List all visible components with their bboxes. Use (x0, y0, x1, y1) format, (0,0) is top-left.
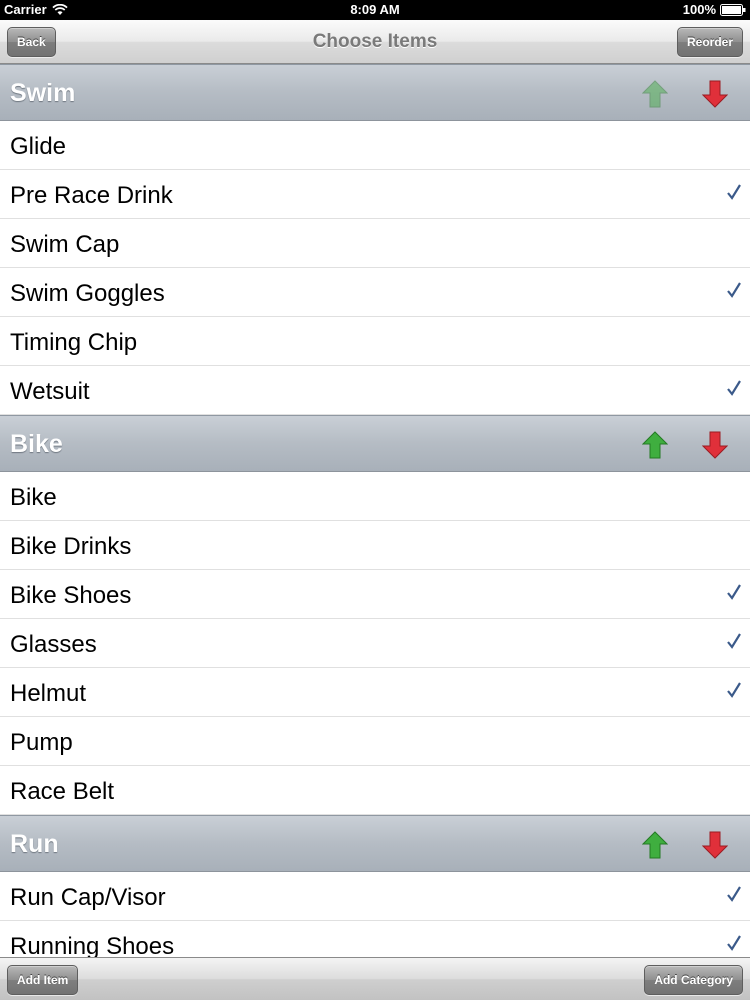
list-item[interactable]: Bike Drinks (0, 521, 750, 570)
list-item[interactable]: Timing Chip (0, 317, 750, 366)
item-label: Bike (10, 484, 57, 511)
item-label: Timing Chip (10, 329, 138, 356)
section-header-bike: Bike (0, 415, 750, 472)
list-item[interactable]: Pump (0, 717, 750, 766)
page-title: Choose Items (312, 31, 438, 52)
item-label: Bike Shoes (10, 582, 132, 609)
list-item[interactable]: Race Belt (0, 766, 750, 815)
item-label: Glide (10, 133, 67, 160)
add-item-button[interactable]: Add Item (7, 965, 79, 995)
list-item[interactable]: Swim Goggles (0, 268, 750, 317)
checkmark-icon (727, 184, 741, 200)
list-item[interactable]: Swim Cap (0, 219, 750, 268)
section-title: Swim (10, 79, 76, 107)
section-header-run: Run (0, 815, 750, 872)
checkmark-icon (727, 886, 741, 902)
arrow-up-icon[interactable] (642, 80, 668, 108)
item-label: Swim Cap (10, 231, 120, 258)
section-title: Run (10, 830, 59, 858)
checkmark-icon (727, 633, 741, 649)
item-label: Run Cap/Visor (10, 884, 166, 911)
arrow-down-icon[interactable] (702, 80, 728, 108)
item-label: Helmut (10, 680, 87, 707)
battery-icon (720, 3, 746, 16)
reorder-button[interactable]: Reorder (676, 27, 743, 57)
item-label: Wetsuit (10, 378, 90, 405)
arrow-down-icon[interactable] (702, 431, 728, 459)
bottom-toolbar: Add Item Add Category (0, 957, 750, 1000)
arrow-down-icon[interactable] (702, 831, 728, 859)
list-item[interactable]: Bike (0, 472, 750, 521)
item-label: Swim Goggles (10, 280, 165, 307)
battery-indicator: 100% (683, 2, 746, 17)
battery-percent: 100% (682, 2, 716, 17)
item-label: Pre Race Drink (10, 182, 173, 209)
list-item[interactable]: Bike Shoes (0, 570, 750, 619)
list-item[interactable]: Glide (0, 121, 750, 170)
list-item[interactable]: Helmut (0, 668, 750, 717)
checkmark-icon (727, 282, 741, 298)
arrow-up-icon[interactable] (642, 431, 668, 459)
checkmark-icon (727, 584, 741, 600)
section-header-swim: Swim (0, 64, 750, 121)
list-item[interactable]: Glasses (0, 619, 750, 668)
item-label: Glasses (10, 631, 97, 658)
list-item[interactable]: Running Shoes (0, 921, 750, 957)
items-list[interactable]: Swim Glide Pre Race Drink Swim Cap Swim … (0, 64, 750, 957)
list-item[interactable]: Run Cap/Visor (0, 872, 750, 921)
checkmark-icon (727, 682, 741, 698)
item-label: Race Belt (10, 778, 115, 805)
status-bar: Carrier 8:09 AM 100% (0, 0, 750, 20)
checkmark-icon (727, 935, 741, 951)
list-item[interactable]: Pre Race Drink (0, 170, 750, 219)
item-label: Pump (10, 729, 73, 756)
list-item[interactable]: Wetsuit (0, 366, 750, 415)
item-label: Running Shoes (10, 933, 175, 957)
item-label: Bike Drinks (10, 533, 132, 560)
checkmark-icon (727, 380, 741, 396)
add-category-button[interactable]: Add Category (644, 965, 743, 995)
arrow-up-icon[interactable] (642, 831, 668, 859)
status-time: 8:09 AM (350, 2, 400, 17)
section-title: Bike (10, 430, 63, 458)
navigation-bar: Back Choose Items Reorder (0, 20, 750, 64)
